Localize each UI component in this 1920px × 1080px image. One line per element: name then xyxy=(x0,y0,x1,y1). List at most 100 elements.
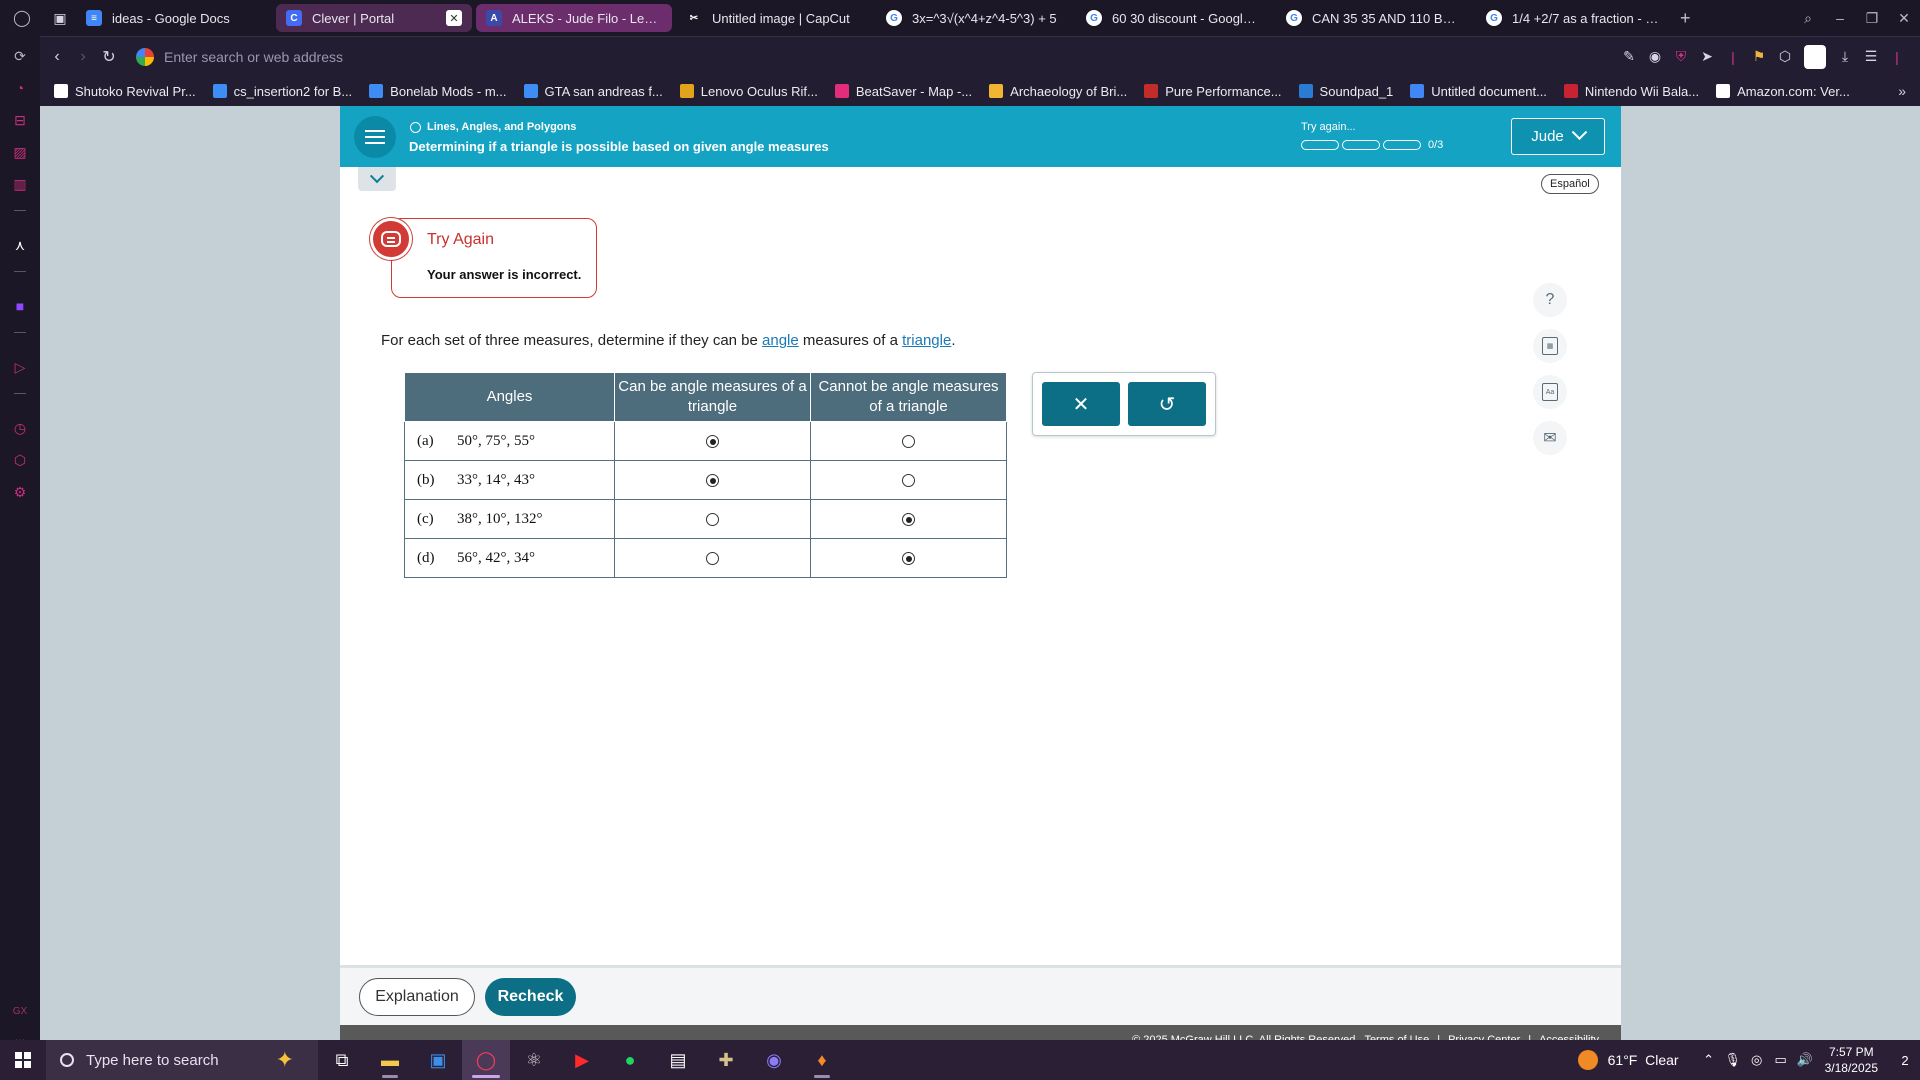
network-icon[interactable]: ▭ xyxy=(1769,1052,1793,1068)
snapshot-edit-icon[interactable]: ✎ xyxy=(1616,48,1642,65)
microphone-icon[interactable]: 🎙 xyxy=(1721,1052,1745,1068)
browser-tab[interactable]: A ALEKS - Jude Filo - Learn xyxy=(476,4,672,32)
badge-icon[interactable]: ⚑ xyxy=(1746,48,1772,65)
cannot-radio[interactable] xyxy=(902,512,915,526)
history-icon[interactable]: ◷ xyxy=(8,416,32,440)
can-radio[interactable] xyxy=(706,512,719,526)
browser-tab[interactable]: C Clever | Portal ✕ xyxy=(276,4,472,32)
bookmark-item[interactable]: Untitled document... xyxy=(1410,84,1547,99)
feedback-title: Try Again xyxy=(427,231,494,248)
restore-button[interactable]: ❐ xyxy=(1856,10,1888,27)
user-menu-button[interactable]: Jude xyxy=(1511,118,1605,155)
taskbar-search[interactable]: Type here to search ✦ xyxy=(46,1040,318,1080)
google-icon: G xyxy=(1086,10,1102,26)
close-window-button[interactable]: ✕ xyxy=(1888,10,1920,27)
extensions-icon[interactable]: ⬡ xyxy=(8,448,32,472)
player-icon[interactable]: ▷ xyxy=(8,355,32,379)
sync-icon[interactable]: ⟳ xyxy=(8,44,32,68)
browser-tab[interactable]: G 60 30 discount - Google S xyxy=(1076,4,1272,32)
downloads-icon[interactable]: ⤓ xyxy=(1832,48,1858,65)
bookmark-item[interactable]: Archaeology of Bri... xyxy=(989,84,1127,99)
store-icon[interactable]: ▣ xyxy=(414,1040,462,1080)
triangle-definition-link[interactable]: triangle xyxy=(902,332,951,349)
weather-widget[interactable]: 61°F Clear xyxy=(1577,1050,1679,1070)
close-tab-icon[interactable]: ✕ xyxy=(446,10,462,26)
task-view-icon[interactable]: ⧉ xyxy=(318,1040,366,1080)
pinboard-icon[interactable]: ▨ xyxy=(8,140,32,164)
twitch-icon[interactable]: ■ xyxy=(8,294,32,318)
easy-setup-icon[interactable]: ☰ xyxy=(1858,48,1884,65)
bookmark-item[interactable]: BeatSaver - Map -... xyxy=(834,84,972,99)
gx-logo-icon[interactable]: GX xyxy=(13,1006,27,1017)
call-of-duty-icon[interactable]: ▤ xyxy=(654,1040,702,1080)
aleks-sidebar-icon[interactable]: ⋏ xyxy=(8,233,32,257)
spotify-icon[interactable]: ● xyxy=(606,1040,654,1080)
expand-toggle-button[interactable] xyxy=(358,167,396,191)
browser-tab[interactable]: G 1/4 +2/7 as a fraction - Go xyxy=(1476,4,1672,32)
volume-icon[interactable]: 🔊 xyxy=(1793,1052,1817,1068)
tab-overview-icon[interactable]: ▣ xyxy=(44,0,76,36)
bookmark-item[interactable]: Soundpad_1 xyxy=(1298,84,1393,99)
opera-logo-icon[interactable]: ◯ xyxy=(0,0,44,36)
file-explorer-icon[interactable]: ▬ xyxy=(366,1040,414,1080)
undo-button[interactable]: ↺ xyxy=(1128,382,1206,426)
bookmark-item[interactable]: Shutoko Revival Pr... xyxy=(54,84,196,99)
cannot-radio[interactable] xyxy=(902,434,915,448)
youtube-icon[interactable]: ▶ xyxy=(558,1040,606,1080)
cannot-radio[interactable] xyxy=(902,473,915,487)
dictionary-icon[interactable]: Aa xyxy=(1533,375,1567,409)
discord-icon[interactable]: ◉ xyxy=(750,1040,798,1080)
crypto-wallet-icon[interactable]: ⊟ xyxy=(8,108,32,132)
calculator-icon[interactable]: ▦ xyxy=(1533,329,1567,363)
forward-button[interactable]: › xyxy=(70,48,96,66)
angle-definition-link[interactable]: angle xyxy=(762,332,799,349)
camera-tray-icon[interactable]: ◎ xyxy=(1745,1052,1769,1068)
bookmarks-overflow-icon[interactable]: » xyxy=(1898,83,1906,99)
cube-icon[interactable]: ⬡ xyxy=(1772,48,1798,65)
clear-button[interactable]: ✕ xyxy=(1042,382,1120,426)
can-radio[interactable] xyxy=(706,473,719,487)
menu-hamburger-icon[interactable] xyxy=(354,116,396,158)
camera-icon[interactable]: ◉ xyxy=(1642,48,1668,65)
reload-button[interactable]: ↻ xyxy=(96,47,122,67)
new-tab-button[interactable]: + xyxy=(1680,8,1691,29)
browser-tab[interactable]: ✂ Untitled image | CapCut xyxy=(676,4,872,32)
can-radio[interactable] xyxy=(706,551,719,565)
tab-search-icon[interactable]: ⌕ xyxy=(1792,10,1824,27)
bookmark-item[interactable]: cs_insertion2 for B... xyxy=(212,84,352,99)
cannot-radio[interactable] xyxy=(902,551,915,565)
address-bar[interactable]: Enter search or web address xyxy=(136,47,343,66)
start-button[interactable] xyxy=(0,1040,46,1080)
minimize-button[interactable]: – xyxy=(1824,10,1856,26)
clock[interactable]: 7:57 PM 3/18/2025 xyxy=(1825,1044,1878,1076)
notification-center-icon[interactable]: 2 xyxy=(1890,1040,1920,1080)
settings-gear-icon[interactable]: ⚙ xyxy=(8,480,32,504)
game-icon[interactable]: ✚ xyxy=(702,1040,750,1080)
can-radio[interactable] xyxy=(706,434,719,448)
vpn-shield-icon[interactable]: ⛨ xyxy=(1668,48,1694,65)
browser-tab[interactable]: G 3x=^3√(x^4+z^4-5^3) + 5 xyxy=(876,4,1072,32)
app-gear-icon[interactable]: ⚛ xyxy=(510,1040,558,1080)
tray-expand-icon[interactable]: ⌃ xyxy=(1697,1052,1721,1068)
espanol-button[interactable]: Español xyxy=(1541,174,1599,194)
bookmark-item[interactable]: Nintendo Wii Bala... xyxy=(1563,84,1699,99)
google-icon: G xyxy=(886,10,902,26)
profile-avatar[interactable] xyxy=(1804,44,1826,69)
help-icon[interactable]: ? xyxy=(1533,283,1567,317)
aria-icon[interactable]: ◔ xyxy=(8,76,32,100)
browser-tab[interactable]: ≡ ideas - Google Docs xyxy=(76,4,272,32)
opera-gx-taskbar-icon[interactable]: ◯ xyxy=(462,1040,510,1080)
browser-tab[interactable]: G CAN 35 35 AND 110 BE ME xyxy=(1276,4,1472,32)
recheck-button[interactable]: Recheck xyxy=(485,978,576,1016)
bookmark-item[interactable]: Amazon.com: Ver... xyxy=(1716,84,1850,99)
bookmark-item[interactable]: GTA san andreas f... xyxy=(523,84,663,99)
bookmark-item[interactable]: Pure Performance... xyxy=(1144,84,1282,99)
back-button[interactable]: ‹ xyxy=(44,48,70,66)
fl-studio-icon[interactable]: ♦ xyxy=(798,1040,846,1080)
mail-icon[interactable]: ✉ xyxy=(1533,421,1567,455)
mail-icon[interactable]: ▥ xyxy=(8,172,32,196)
bookmark-item[interactable]: Lenovo Oculus Rif... xyxy=(679,84,818,99)
send-icon[interactable]: ➤ xyxy=(1694,48,1720,65)
bookmark-item[interactable]: Bonelab Mods - m... xyxy=(369,84,507,99)
explanation-button[interactable]: Explanation xyxy=(359,978,475,1016)
